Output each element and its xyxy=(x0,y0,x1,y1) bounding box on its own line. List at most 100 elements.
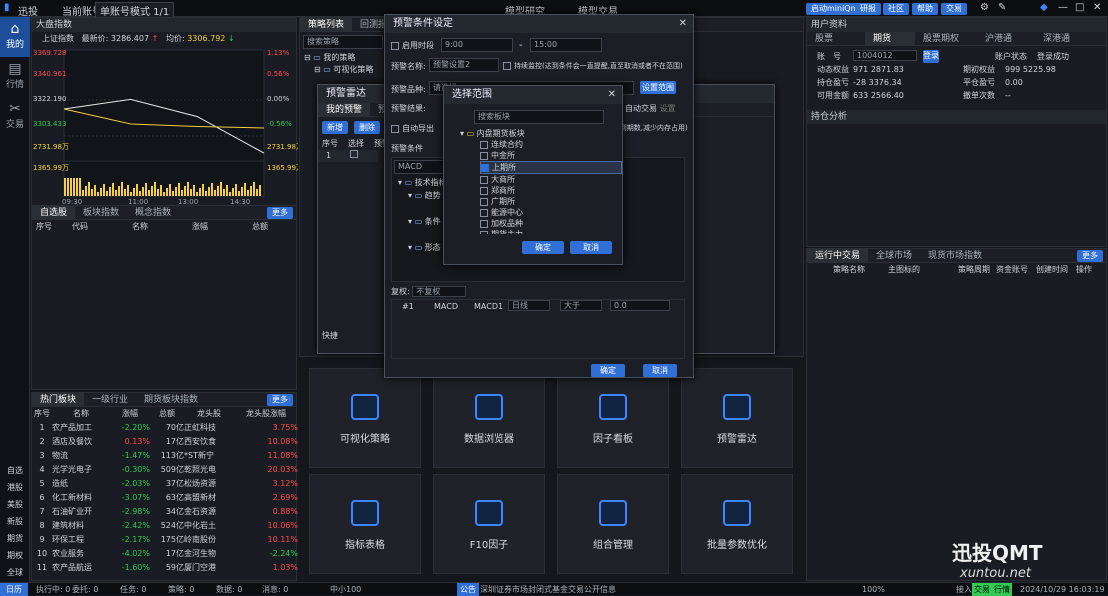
tab-stock[interactable]: 股票 xyxy=(807,32,865,45)
scope-item[interactable]: 连续合约 xyxy=(480,139,622,150)
add-alert-button[interactable]: 新增 xyxy=(322,121,348,134)
tab-global-market[interactable]: 全球市场 xyxy=(868,249,920,262)
delete-alert-button[interactable]: 删除 xyxy=(354,121,380,134)
help-button[interactable]: 帮助 xyxy=(912,3,938,15)
scope-item[interactable]: 广期所 xyxy=(480,196,622,207)
strategy-search[interactable]: 搜索策略 xyxy=(303,35,383,49)
export-checkbox[interactable] xyxy=(391,124,399,133)
gear-icon[interactable]: ⚙ xyxy=(980,2,989,13)
tab-strategy-list[interactable]: 策略列表 xyxy=(300,18,353,31)
table-row[interactable]: 3 物流 -1.47% 113亿 *ST新宁 11.08% xyxy=(32,449,298,463)
table-row[interactable]: 10 农业服务 -4.02% 17亿 金河生物 -2.24% xyxy=(32,547,298,561)
position-analysis-tab[interactable]: 持仓分析 xyxy=(807,110,1106,124)
scope-root[interactable]: ▾ ▭ 内盘期货板块 xyxy=(460,128,622,139)
scope-checkbox[interactable] xyxy=(480,175,488,184)
scope-item[interactable]: 能源中心 xyxy=(480,207,622,218)
scope-ok-button[interactable]: 确定 xyxy=(522,241,564,254)
radar-row[interactable]: 1 xyxy=(318,150,378,162)
login-button[interactable]: 登录 xyxy=(923,50,939,63)
tab-sector-index[interactable]: 板块指数 xyxy=(75,206,127,219)
nav-futures[interactable]: 期货 xyxy=(0,530,30,547)
maximize-icon[interactable]: □ xyxy=(1075,2,1084,13)
auto-trade-settings[interactable]: 设置 xyxy=(660,104,676,113)
tab-concept-index[interactable]: 概念指数 xyxy=(127,206,179,219)
nav-watch[interactable]: 自选 xyxy=(0,462,30,479)
time-from-input[interactable]: 9:00 xyxy=(441,38,513,52)
alert-name-input[interactable]: 预警设置2 xyxy=(429,58,499,72)
zoom-level[interactable]: 100% xyxy=(862,583,885,596)
account-select[interactable]: 1004012 xyxy=(853,50,917,61)
close-icon[interactable]: ✕ xyxy=(1093,2,1101,13)
tab-futures-sector[interactable]: 期货板块指数 xyxy=(136,393,206,406)
scope-item[interactable]: 中金所 xyxy=(480,150,622,161)
tab-futures[interactable]: 期货 xyxy=(865,32,915,45)
time-to-input[interactable]: 15:00 xyxy=(530,38,602,52)
nav-trade[interactable]: ✂ 交易 xyxy=(0,97,30,137)
nav-market[interactable]: ▤ 行情 xyxy=(0,57,30,97)
tab-my-alert[interactable]: 我的预警 xyxy=(318,103,371,116)
tab-stock-options[interactable]: 股票期权 xyxy=(915,32,977,45)
scope-cancel-button[interactable]: 取消 xyxy=(570,241,612,254)
calendar-button[interactable]: 日历 xyxy=(0,583,28,596)
scope-item[interactable]: 上期所 xyxy=(480,161,622,174)
nav-my[interactable]: ⌂ 我的 xyxy=(0,17,30,57)
scope-checkbox[interactable] xyxy=(480,186,488,195)
table-row[interactable]: 11 农产品航运 -1.60% 59亿 厦门空港 1.03% xyxy=(32,561,298,575)
card-browser[interactable]: 数据浏览器 xyxy=(433,368,545,468)
monitor-checkbox[interactable] xyxy=(503,62,511,70)
table-row[interactable]: 8 建筑材料 -2.42% 524亿 中化岩土 10.06% xyxy=(32,519,298,533)
notice-text[interactable]: 深圳证券市场封闭式基金交易公开信息 xyxy=(480,583,616,596)
card-portfolio[interactable]: 组合管理 xyxy=(557,474,669,574)
close-icon[interactable]: ✕ xyxy=(608,89,616,100)
running-more-button[interactable]: 更多 xyxy=(1077,250,1103,262)
table-row[interactable]: 9 环保工程 -2.17% 175亿 岭南股份 10.11% xyxy=(32,533,298,547)
tab-sh-hk[interactable]: 沪港通 xyxy=(977,32,1035,45)
tab-running-trade[interactable]: 运行中交易 xyxy=(807,249,869,262)
tab-spot-index[interactable]: 现货市场指数 xyxy=(920,249,990,262)
nav-options[interactable]: 期权 xyxy=(0,547,30,564)
condition-row[interactable]: #1 MACD MACD1 日线 大于 0.0 xyxy=(392,300,684,313)
watch-more-button[interactable]: 更多 xyxy=(267,207,293,219)
table-row[interactable]: 5 造纸 -2.03% 37亿 松炀资源 3.12% xyxy=(32,477,298,491)
scope-item[interactable]: 期货主力 xyxy=(480,229,622,234)
scope-checkbox[interactable] xyxy=(480,151,488,160)
scope-search[interactable]: 搜索板块 xyxy=(474,110,604,124)
table-row[interactable]: 2 酒店及餐饮 0.13% 17亿 西安饮食 10.08% xyxy=(32,435,298,449)
card-radar[interactable]: 预警雷达 xyxy=(681,368,793,468)
research-button[interactable]: 研报 xyxy=(855,3,881,15)
period-select[interactable]: 日线 xyxy=(508,300,550,311)
scope-checkbox[interactable] xyxy=(480,219,488,228)
minimize-icon[interactable]: — xyxy=(1058,2,1068,13)
nav-hk[interactable]: 港股 xyxy=(0,479,30,496)
tab-sz-hk[interactable]: 深港通 xyxy=(1035,32,1093,45)
fuquan-select[interactable]: 不复权 xyxy=(412,286,467,297)
condition-cancel-button[interactable]: 取消 xyxy=(643,364,677,377)
table-row[interactable]: 7 石油矿业开 -2.98% 34亿 金石资源 0.88% xyxy=(32,505,298,519)
nav-us[interactable]: 美股 xyxy=(0,496,30,513)
trade-button[interactable]: 交易 xyxy=(941,3,967,15)
scope-checkbox[interactable] xyxy=(480,230,488,234)
card-f10[interactable]: F10因子 xyxy=(433,474,545,574)
close-icon[interactable]: ✕ xyxy=(679,18,687,29)
set-range-button[interactable]: 设置范围 xyxy=(640,81,676,94)
card-table[interactable]: 指标表格 xyxy=(309,474,421,574)
scope-item[interactable]: 大商所 xyxy=(480,174,622,185)
operator-select[interactable]: 大于 xyxy=(560,300,602,311)
table-row[interactable]: 4 光学光电子 -0.30% 509亿 乾照光电 20.03% xyxy=(32,463,298,477)
table-row[interactable]: 6 化工新材料 -3.07% 63亿 高盟新材 2.69% xyxy=(32,491,298,505)
tab-industry[interactable]: 一级行业 xyxy=(84,393,136,406)
card-gauge[interactable]: 批量参数优化 xyxy=(681,474,793,574)
scope-checkbox[interactable] xyxy=(481,163,489,172)
scope-checkbox[interactable] xyxy=(480,208,488,217)
sector-more-button[interactable]: 更多 xyxy=(267,394,293,406)
community-button[interactable]: 社区 xyxy=(883,3,909,15)
scope-checkbox[interactable] xyxy=(480,197,488,206)
value-input[interactable]: 0.0 xyxy=(610,300,670,311)
nav-ipo[interactable]: 新股 xyxy=(0,513,30,530)
scope-item[interactable]: 加权品种 xyxy=(480,218,622,229)
card-factor[interactable]: 因子看板 xyxy=(557,368,669,468)
tab-hot-sector[interactable]: 热门板块 xyxy=(32,393,85,406)
enable-time-checkbox[interactable] xyxy=(391,41,399,50)
pin-icon[interactable]: ✎ xyxy=(998,2,1006,13)
row-checkbox[interactable] xyxy=(350,150,358,158)
